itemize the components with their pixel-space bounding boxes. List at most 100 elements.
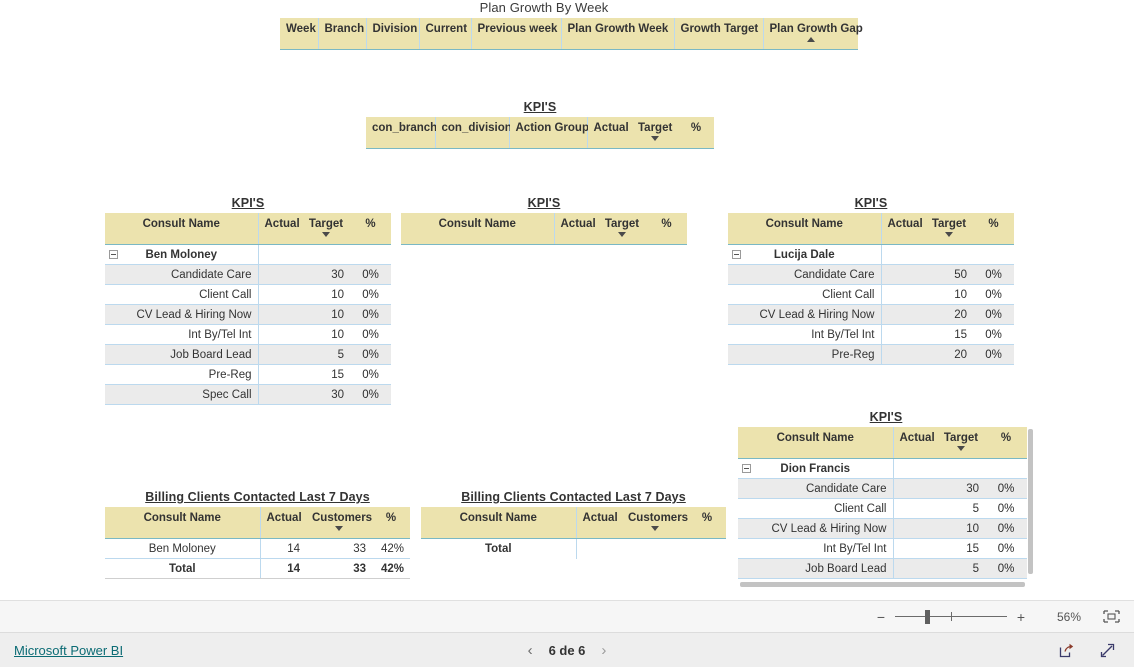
row-consult-name: Pre-Reg xyxy=(728,344,881,365)
column-header-plan-growth-week[interactable]: Plan Growth Week xyxy=(560,18,674,50)
column-header-percent[interactable]: % xyxy=(678,117,714,149)
billing-left-table[interactable]: Consult Name Actual Customers % Ben Molo… xyxy=(105,507,410,579)
visual-title-kpi-ben: KPI'S xyxy=(231,196,265,210)
column-header-percent[interactable]: % xyxy=(973,213,1014,245)
column-header-action-group[interactable]: Action Group xyxy=(508,117,589,149)
column-header-week[interactable]: Week xyxy=(280,18,318,50)
table-row[interactable]: Pre-Reg 20 0% xyxy=(728,344,1014,365)
fullscreen-icon[interactable] xyxy=(1099,642,1116,659)
column-header-previous-week[interactable]: Previous week xyxy=(470,18,561,50)
row-percent: 0% xyxy=(350,344,391,365)
column-header-target[interactable]: Target xyxy=(598,213,646,245)
column-header-actual[interactable]: Actual xyxy=(575,507,622,539)
collapse-icon[interactable] xyxy=(732,250,741,259)
total-label: Total xyxy=(105,558,260,579)
column-header-target[interactable]: Target xyxy=(925,213,973,245)
column-header-consult-name[interactable]: Consult Name xyxy=(105,507,260,539)
table-row[interactable]: Pre-Reg 15 0% xyxy=(105,364,391,385)
column-header-actual[interactable]: Actual xyxy=(553,213,598,245)
share-icon[interactable] xyxy=(1058,642,1075,659)
sort-ascending-arrow-icon xyxy=(806,37,815,42)
total-label: Total xyxy=(421,538,576,559)
kpi-top-table[interactable]: con_branch con_division Action Group Act… xyxy=(366,117,714,149)
table-row[interactable]: CV Lead & Hiring Now 20 0% xyxy=(728,304,1014,325)
horizontal-scrollbar-thumb[interactable] xyxy=(740,582,1025,587)
column-header-customers[interactable]: Customers xyxy=(622,507,688,539)
column-header-con-branch[interactable]: con_branch xyxy=(366,117,437,149)
next-page-button[interactable]: › xyxy=(601,642,606,659)
kpi-ben-table[interactable]: Consult Name Actual Target % Ben Moloney… xyxy=(105,213,391,405)
column-header-consult-name[interactable]: Consult Name xyxy=(728,213,881,245)
column-header-division[interactable]: Division xyxy=(365,18,419,50)
table-row[interactable]: Candidate Care 30 0% xyxy=(738,478,1027,499)
column-header-branch[interactable]: Branch xyxy=(317,18,366,50)
table-row[interactable]: Int By/Tel Int 15 0% xyxy=(738,538,1027,559)
kpi-lucija-table[interactable]: Consult Name Actual Target % Lucija Dale… xyxy=(728,213,1014,365)
column-header-percent[interactable]: % xyxy=(985,427,1027,459)
row-target: 15 xyxy=(302,364,350,385)
table-row[interactable]: Candidate Care 30 0% xyxy=(105,264,391,285)
table-row[interactable]: CV Lead & Hiring Now 10 0% xyxy=(738,518,1027,539)
table-row[interactable]: Spec Call 30 0% xyxy=(105,384,391,405)
table-row[interactable]: Int By/Tel Int 10 0% xyxy=(105,324,391,345)
column-header-actual[interactable]: Actual xyxy=(259,507,306,539)
plan-growth-table[interactable]: Week Branch Division Current Previous we… xyxy=(280,18,863,50)
vertical-scrollbar[interactable] xyxy=(1027,427,1034,593)
column-header-percent[interactable]: % xyxy=(372,507,410,539)
horizontal-scrollbar[interactable] xyxy=(738,581,1034,588)
zoom-slider[interactable] xyxy=(895,609,1007,624)
group-label-cell[interactable]: Ben Moloney xyxy=(105,244,258,265)
column-header-actual[interactable]: Actual xyxy=(892,427,937,459)
table-row[interactable]: Job Board Lead 5 0% xyxy=(738,558,1027,579)
column-header-target[interactable]: Target xyxy=(302,213,350,245)
row-consult-name: CV Lead & Hiring Now xyxy=(728,304,881,325)
column-header-con-division[interactable]: con_division xyxy=(434,117,512,149)
table-row[interactable]: Ben Moloney 14 33 42% xyxy=(105,538,410,559)
column-header-customers[interactable]: Customers xyxy=(306,507,372,539)
microsoft-power-bi-link[interactable]: Microsoft Power BI xyxy=(14,643,123,658)
previous-page-button[interactable]: ‹ xyxy=(528,642,533,659)
table-row[interactable]: CV Lead & Hiring Now 10 0% xyxy=(105,304,391,325)
column-header-actual[interactable]: Actual xyxy=(586,117,632,149)
collapse-icon[interactable] xyxy=(742,464,751,473)
column-header-actual[interactable]: Actual xyxy=(257,213,302,245)
fit-to-page-icon[interactable] xyxy=(1103,610,1120,623)
collapse-icon[interactable] xyxy=(109,250,118,259)
vertical-scrollbar-thumb[interactable] xyxy=(1028,429,1033,574)
group-label-cell[interactable]: Lucija Dale xyxy=(728,244,881,265)
column-header-percent[interactable]: % xyxy=(350,213,391,245)
column-header-consult-name[interactable]: Consult Name xyxy=(421,507,576,539)
row-percent: 0% xyxy=(985,498,1027,519)
group-row[interactable]: Dion Francis xyxy=(738,458,1027,479)
group-row[interactable]: Ben Moloney xyxy=(105,244,391,265)
kpi-empty-table[interactable]: Consult Name Actual Target % xyxy=(401,213,687,245)
column-header-current[interactable]: Current xyxy=(418,18,471,50)
row-target: 50 xyxy=(925,264,973,285)
column-header-percent[interactable]: % xyxy=(646,213,687,245)
column-header-actual[interactable]: Actual xyxy=(880,213,925,245)
zoom-in-button[interactable]: + xyxy=(1013,609,1029,625)
table-row[interactable]: Candidate Care 50 0% xyxy=(728,264,1014,285)
table-row[interactable]: Client Call 10 0% xyxy=(105,284,391,305)
column-header-target[interactable]: Target xyxy=(937,427,985,459)
zoom-slider-thumb[interactable] xyxy=(925,609,931,624)
kpi-dion-table[interactable]: Consult Name Actual Target % Dion Franci… xyxy=(738,427,1027,579)
table-row[interactable]: Job Board Lead 5 0% xyxy=(105,344,391,365)
group-target-cell xyxy=(925,244,973,265)
group-label-cell[interactable]: Dion Francis xyxy=(738,458,893,479)
column-header-growth-target[interactable]: Growth Target xyxy=(673,18,763,50)
column-header-consult-name[interactable]: Consult Name xyxy=(738,427,893,459)
column-header-percent[interactable]: % xyxy=(688,507,726,539)
table-row[interactable]: Int By/Tel Int 15 0% xyxy=(728,324,1014,345)
column-header-plan-growth-gap[interactable]: Plan Growth Gap xyxy=(762,18,863,50)
table-row[interactable]: Client Call 5 0% xyxy=(738,498,1027,519)
column-header-consult-name[interactable]: Consult Name xyxy=(105,213,258,245)
zoom-out-button[interactable]: − xyxy=(873,609,889,625)
visual-kpi-top: KPI'S con_branch con_division Action Gro… xyxy=(366,100,714,149)
table-header-row: Consult Name Actual Customers % xyxy=(421,507,726,539)
table-row[interactable]: Client Call 10 0% xyxy=(728,284,1014,305)
column-header-consult-name[interactable]: Consult Name xyxy=(401,213,554,245)
group-row[interactable]: Lucija Dale xyxy=(728,244,1014,265)
billing-right-table[interactable]: Consult Name Actual Customers % Total xyxy=(421,507,726,559)
column-header-target[interactable]: Target xyxy=(632,117,678,149)
